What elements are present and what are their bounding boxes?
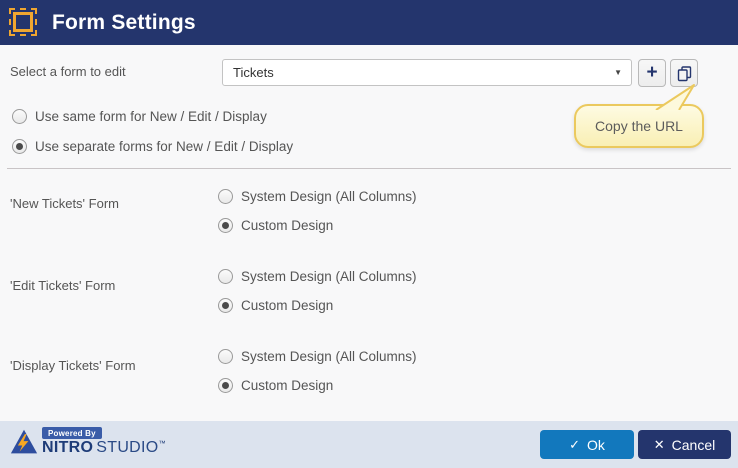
- copy-icon: [677, 65, 691, 81]
- radio-icon[interactable]: [218, 218, 233, 233]
- radio-option-new-system-design[interactable]: System Design (All Columns): [218, 189, 417, 204]
- ok-button[interactable]: ✓ Ok: [540, 430, 634, 459]
- edit-form-section-label: 'Edit Tickets' Form: [10, 278, 116, 293]
- ok-button-label: Ok: [587, 436, 605, 453]
- radio-icon[interactable]: [218, 189, 233, 204]
- radio-icon[interactable]: [12, 109, 27, 124]
- plus-icon: +: [646, 61, 658, 83]
- tooltip-tail: [655, 84, 695, 110]
- check-icon: ✓: [569, 436, 580, 452]
- dialog-header: Form Settings: [0, 0, 738, 45]
- radio-label: Custom Design: [241, 298, 334, 313]
- powered-by-badge: Powered By: [42, 427, 102, 439]
- radio-icon[interactable]: [218, 349, 233, 364]
- section-divider: [7, 168, 731, 169]
- nitro-logo-icon: [10, 429, 38, 454]
- radio-option-same-form[interactable]: Use same form for New / Edit / Display: [12, 109, 267, 124]
- display-form-section-label: 'Display Tickets' Form: [10, 358, 136, 373]
- radio-label: Custom Design: [241, 218, 334, 233]
- select-dropdown-arrow-icon: ▼: [614, 68, 622, 77]
- radio-option-edit-system-design[interactable]: System Design (All Columns): [218, 269, 417, 284]
- dialog-title: Form Settings: [52, 11, 196, 34]
- copy-url-tooltip: Copy the URL: [574, 104, 704, 148]
- brand-name: NITRO STUDIO™: [42, 440, 166, 456]
- cancel-button[interactable]: ✕ Cancel: [638, 430, 731, 459]
- radio-icon[interactable]: [12, 139, 27, 154]
- nitro-studio-logo: Powered By NITRO STUDIO™: [10, 427, 166, 456]
- brand-bold: NITRO: [42, 439, 94, 456]
- radio-label: Use same form for New / Edit / Display: [35, 109, 267, 124]
- radio-label: Use separate forms for New / Edit / Disp…: [35, 139, 294, 154]
- copy-url-tooltip-text: Copy the URL: [595, 118, 683, 134]
- radio-icon[interactable]: [218, 298, 233, 313]
- trademark-symbol: ™: [158, 440, 166, 448]
- radio-option-new-custom-design[interactable]: Custom Design: [218, 218, 333, 233]
- radio-option-separate-forms[interactable]: Use separate forms for New / Edit / Disp…: [12, 139, 293, 154]
- radio-option-display-custom-design[interactable]: Custom Design: [218, 378, 333, 393]
- radio-option-edit-custom-design[interactable]: Custom Design: [218, 298, 333, 313]
- x-icon: ✕: [653, 436, 665, 452]
- new-form-section-label: 'New Tickets' Form: [10, 196, 119, 211]
- radio-option-display-system-design[interactable]: System Design (All Columns): [218, 349, 417, 364]
- form-select-value: Tickets: [233, 65, 274, 80]
- form-settings-dialog: Form Settings Select a form to edit Tick…: [0, 0, 738, 468]
- radio-label: System Design (All Columns): [241, 349, 417, 364]
- cancel-button-label: Cancel: [671, 436, 716, 453]
- radio-label: System Design (All Columns): [241, 269, 417, 284]
- radio-icon[interactable]: [218, 269, 233, 284]
- select-form-label: Select a form to edit: [10, 64, 126, 79]
- radio-icon[interactable]: [218, 378, 233, 393]
- form-select[interactable]: Tickets ▼: [222, 59, 632, 86]
- dialog-footer: Powered By NITRO STUDIO™ ✓ Ok ✕ Cancel: [0, 421, 738, 468]
- radio-label: Custom Design: [241, 378, 334, 393]
- form-stamp-icon: [9, 8, 37, 36]
- brand-light: STUDIO: [96, 439, 159, 456]
- radio-label: System Design (All Columns): [241, 189, 417, 204]
